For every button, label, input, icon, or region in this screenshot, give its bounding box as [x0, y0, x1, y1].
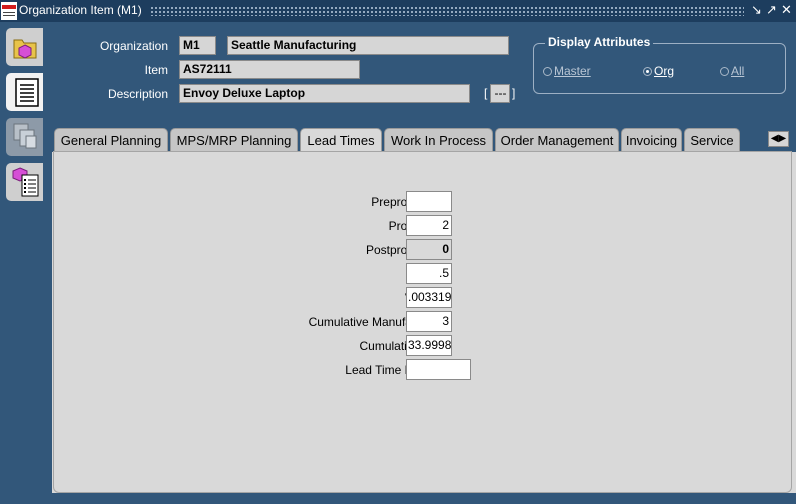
flex-close-bracket: ] — [512, 86, 516, 100]
flex-open-bracket: [ — [484, 86, 488, 100]
processing-field[interactable]: 2 — [406, 215, 452, 236]
lead-times-panel: Preprocessing Processing 2 Postprocessin… — [53, 151, 792, 493]
lead-time-lot-size-field[interactable] — [406, 359, 471, 380]
document-tool-button[interactable] — [6, 73, 43, 111]
attachments-tool-button[interactable] — [6, 118, 43, 156]
bottom-frame — [52, 493, 796, 504]
close-icon[interactable]: ✕ — [781, 2, 792, 18]
fixed-field[interactable]: .5 — [406, 263, 452, 284]
tab-general-planning[interactable]: General Planning — [54, 128, 168, 152]
radio-org[interactable]: Org — [643, 64, 674, 78]
folder-tools-button[interactable] — [6, 163, 43, 201]
cumulative-manufacturing-field[interactable]: 3 — [406, 311, 452, 332]
organization-name-field[interactable]: Seattle Manufacturing — [227, 36, 509, 55]
cumulative-total-field[interactable]: 33.9998 — [406, 335, 452, 356]
item-label: Item — [144, 63, 168, 77]
radio-unselected-icon — [543, 66, 552, 76]
variable-field[interactable]: .003319 — [406, 287, 452, 308]
radio-all[interactable]: All — [720, 64, 744, 78]
display-attributes-title: Display Attributes — [545, 35, 654, 49]
folder-tool-button[interactable] — [6, 28, 43, 66]
radio-master[interactable]: Master — [543, 64, 591, 78]
stacked-documents-icon — [13, 123, 37, 149]
tab-invoicing[interactable]: Invoicing — [621, 128, 682, 152]
window-titlebar: Organization Item (M1) ↘ ↗ ✕ — [0, 0, 796, 22]
left-toolbar — [0, 22, 52, 504]
organization-code-field[interactable]: M1 — [179, 36, 216, 55]
radio-org-label: Org — [654, 64, 675, 78]
radio-unselected-icon — [720, 66, 729, 76]
tab-service[interactable]: Service — [684, 128, 740, 152]
tab-work-in-process[interactable]: Work In Process — [384, 128, 493, 152]
oracle-app-icon — [1, 2, 17, 20]
maximize-icon[interactable]: ↗ — [766, 2, 777, 18]
descriptive-flexfield[interactable]: --- — [490, 84, 510, 103]
radio-all-label: All — [731, 64, 745, 78]
minimize-icon[interactable]: ↘ — [751, 2, 762, 18]
radio-master-label: Master — [554, 64, 591, 78]
organization-label: Organization — [99, 39, 168, 53]
item-field[interactable]: AS72111 — [179, 60, 360, 79]
postprocessing-field: 0 — [406, 239, 452, 260]
tab-order-management[interactable]: Order Management — [495, 128, 619, 152]
cube-list-icon — [12, 167, 39, 197]
description-field[interactable]: Envoy Deluxe Laptop — [179, 84, 470, 103]
window-title: Organization Item (M1) — [19, 3, 142, 17]
radio-selected-icon — [643, 66, 652, 76]
document-list-icon — [15, 78, 39, 107]
description-label: Description — [107, 87, 168, 101]
tab-mps-mrp-planning[interactable]: MPS/MRP Planning — [170, 128, 298, 152]
folder-cube-icon — [13, 39, 37, 59]
tab-lead-times[interactable]: Lead Times — [300, 128, 382, 153]
tab-scroll-arrows-icon[interactable]: ◀▶ — [768, 131, 789, 147]
preprocessing-field[interactable] — [406, 191, 452, 212]
